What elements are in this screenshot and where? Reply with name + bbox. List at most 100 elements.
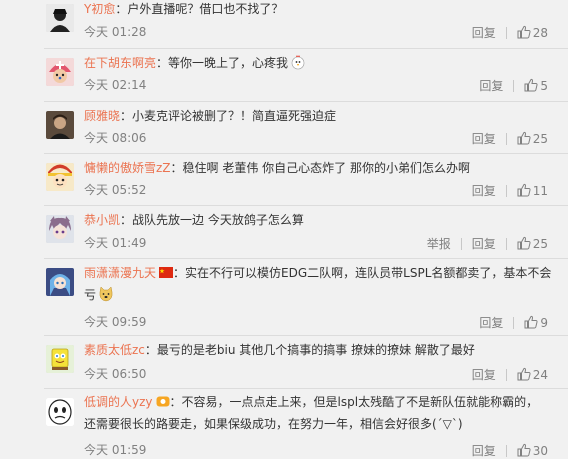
thumbs-up-icon	[517, 183, 531, 197]
comment-time: 今天 02:14	[84, 78, 147, 92]
colon: ：	[144, 343, 157, 357]
comment-time: 今天 01:49	[84, 236, 147, 250]
divider	[460, 237, 462, 250]
comment-text: 最亏的是老biu 其他几个搞事的搞事 撩妹的撩妹 解散了最好	[156, 343, 475, 357]
avatar[interactable]	[46, 268, 74, 296]
like-count: 24	[532, 367, 548, 382]
comment-body: 低调的人yzy ：不容易，一点点走上来，但是lspl太残酷了不是新队伍就能称霸的，…	[84, 391, 548, 435]
comment-time: 今天 08:06	[84, 131, 147, 145]
avatar[interactable]	[46, 398, 74, 426]
divider	[505, 184, 507, 197]
thumbs-up-icon	[517, 25, 531, 39]
reply-button[interactable]: 回复	[472, 131, 496, 147]
comment-actions: 回复 25	[472, 130, 548, 146]
comment-time: 今天 01:28	[84, 25, 147, 39]
like-count: 5	[540, 78, 548, 93]
divider	[513, 316, 515, 329]
like-count: 30	[532, 443, 548, 458]
comment-username[interactable]: 素质太低zc	[84, 343, 145, 357]
doge-emoji	[98, 286, 114, 302]
colon: ：	[120, 213, 133, 227]
reply-button[interactable]: 回复	[472, 183, 496, 199]
avatar[interactable]	[46, 163, 74, 191]
divider	[505, 368, 507, 381]
comment-username[interactable]: 恭小凯	[84, 213, 120, 227]
comment-text: 战队先放一边 今天放鸽子怎么算	[132, 213, 304, 227]
like-count: 25	[532, 236, 548, 251]
comment-actions: 举报 回复 25	[427, 235, 548, 251]
comment-username[interactable]: 低调的人yzy	[84, 395, 153, 409]
china-flag-badge	[159, 267, 174, 278]
comment-username[interactable]: 在下胡东啊亮	[84, 56, 156, 70]
comment-item: 顾雅晓：小麦克评论被删了？！简直逼死强迫症 今天 08:06 回复 25	[0, 102, 568, 154]
avatar[interactable]	[46, 215, 74, 243]
thumbs-up-icon	[517, 443, 531, 457]
like-button[interactable]: 9	[524, 315, 548, 331]
comment-time: 今天 05:52	[84, 183, 147, 197]
like-button[interactable]: 24	[517, 367, 548, 383]
comment-body: 雨潇潇漫九天 ：实在不行可以模仿EDG二队啊，连队员带LSPL名额都卖了，基本不会…	[84, 262, 552, 306]
like-button[interactable]: 25	[517, 131, 548, 147]
like-count: 25	[532, 131, 548, 146]
comment-actions: 回复 5	[479, 77, 548, 93]
comment-actions: 回复 30	[472, 442, 548, 458]
colon: ：	[173, 266, 186, 280]
like-count: 28	[532, 25, 548, 40]
like-button[interactable]: 25	[517, 236, 548, 252]
comment-actions: 回复 9	[479, 314, 548, 330]
reply-button[interactable]: 回复	[472, 25, 496, 41]
colon: ：	[156, 56, 169, 70]
reply-button[interactable]: 回复	[472, 367, 496, 383]
like-button[interactable]: 5	[524, 78, 548, 94]
divider	[505, 26, 507, 39]
comment-username[interactable]: Y初愈	[84, 2, 115, 16]
comment-username[interactable]: 顾雅晓	[84, 109, 120, 123]
comment-list: Y初愈：户外直播呢？借口也不找了？ 今天 01:28 回复 28 在下胡东啊亮：等…	[0, 0, 568, 459]
divider	[513, 79, 515, 92]
avatar[interactable]	[46, 4, 74, 32]
comment-username[interactable]: 雨潇潇漫九天	[84, 266, 156, 280]
comment-time: 今天 09:59	[84, 315, 147, 329]
vip-badge	[156, 396, 170, 407]
comment-item: 雨潇潇漫九天 ：实在不行可以模仿EDG二队啊，连队员带LSPL名额都卖了，基本不会…	[0, 259, 568, 335]
colon: ：	[120, 109, 133, 123]
comment-text: 等你一晚上了，心疼我	[168, 56, 289, 70]
thumbs-up-icon	[524, 78, 538, 92]
comment-username[interactable]: 慵懒的傲娇雪zZ	[84, 161, 171, 175]
reply-button[interactable]: 回复	[472, 443, 496, 459]
chicken-emoji	[290, 54, 306, 70]
colon: ：	[169, 395, 182, 409]
avatar[interactable]	[46, 345, 74, 373]
thumbs-up-icon	[524, 315, 538, 329]
divider	[505, 237, 507, 250]
comment-item: 慵懒的傲娇雪zZ：稳住啊 老董伟 你自己心态炸了 那你的小弟们怎么办啊 今天 0…	[0, 154, 568, 206]
reply-button[interactable]: 回复	[472, 236, 496, 252]
thumbs-up-icon	[517, 367, 531, 381]
like-count: 9	[540, 315, 548, 330]
comment-text: 小麦克评论被删了？！简直逼死强迫症	[132, 109, 337, 123]
like-button[interactable]: 30	[517, 443, 548, 459]
divider	[505, 132, 507, 145]
avatar[interactable]	[46, 58, 74, 86]
comment-item: 素质太低zc：最亏的是老biu 其他几个搞事的搞事 撩妹的撩妹 解散了最好 今天…	[0, 336, 568, 388]
comment-item: 低调的人yzy ：不容易，一点点走上来，但是lspl太残酷了不是新队伍就能称霸的，…	[0, 389, 568, 459]
comment-time: 今天 01:59	[84, 443, 147, 457]
colon: ：	[115, 2, 128, 16]
like-count: 11	[532, 183, 548, 198]
comment-time: 今天 06:50	[84, 367, 147, 381]
comment-actions: 回复 24	[472, 366, 548, 382]
like-button[interactable]: 11	[517, 183, 548, 199]
comment-item: 在下胡东啊亮：等你一晚上了，心疼我 今天 02:14 回复 5	[0, 49, 568, 101]
thumbs-up-icon	[517, 236, 531, 250]
reply-button[interactable]: 回复	[479, 78, 503, 94]
comment-item: 恭小凯：战队先放一边 今天放鸽子怎么算 今天 01:49 举报 回复 25	[0, 206, 568, 258]
comment-text: 稳住啊 老董伟 你自己心态炸了 那你的小弟们怎么办啊	[182, 161, 470, 175]
report-button[interactable]: 举报	[427, 236, 451, 252]
thumbs-up-icon	[517, 131, 531, 145]
comment-text: 户外直播呢？借口也不找了？	[127, 2, 284, 16]
like-button[interactable]: 28	[517, 25, 548, 41]
avatar[interactable]	[46, 111, 74, 139]
reply-button[interactable]: 回复	[479, 315, 503, 331]
comment-item: Y初愈：户外直播呢？借口也不找了？ 今天 01:28 回复 28	[0, 0, 568, 48]
divider	[505, 444, 507, 457]
